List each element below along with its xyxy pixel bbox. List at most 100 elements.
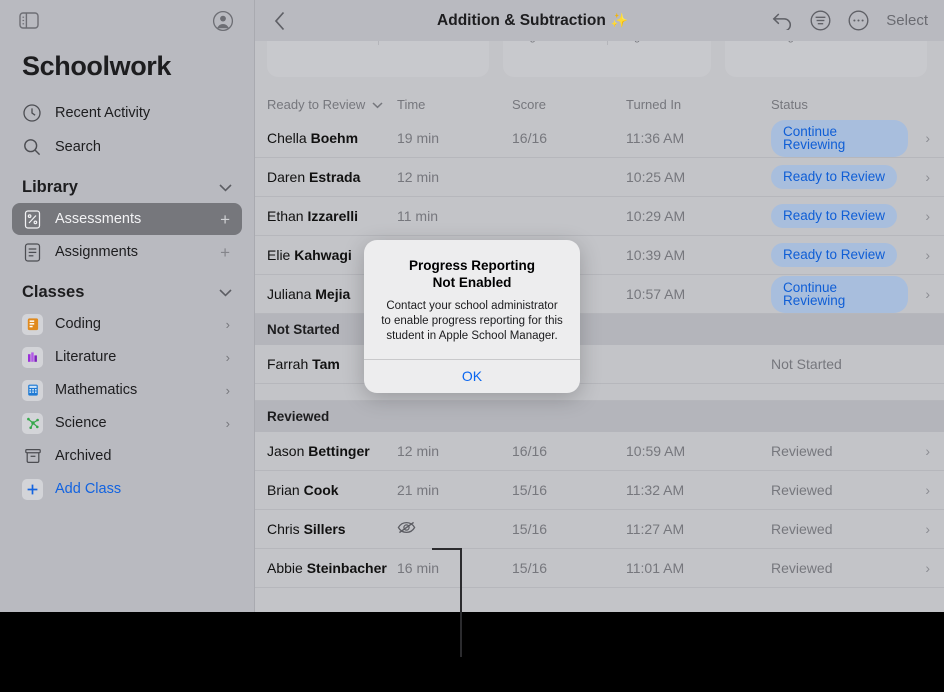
add-assessment-icon[interactable]: + (220, 211, 230, 228)
archive-box-icon (22, 446, 43, 467)
chevron-left-icon[interactable] (267, 11, 293, 31)
cell-status: Not Started (771, 356, 908, 372)
cell-score: 16/16 (512, 130, 548, 146)
filter-lines-circle-icon[interactable] (810, 10, 831, 31)
column-header-name[interactable]: Ready to Review (267, 97, 397, 112)
status-badge[interactable]: Continue Reviewing (771, 119, 908, 157)
sidebar-toggle-icon[interactable] (16, 8, 42, 34)
sparkle-icon: ✨ (610, 12, 629, 28)
sidebar-item-assessments[interactable]: Assessments + (12, 203, 242, 235)
assessment-percent-icon (22, 209, 43, 230)
table-row[interactable]: Jason Bettinger 12 min 16/16 10:59 AM Re… (255, 432, 944, 471)
cell-time: 12 min (397, 443, 440, 459)
alert-ok-button[interactable]: OK (364, 360, 580, 393)
cell-score: 15/16 (512, 560, 548, 576)
cell-time-hidden (397, 520, 512, 538)
alert-title-line1: Progress Reporting (408, 258, 536, 273)
status-badge[interactable]: Ready to Review (771, 243, 898, 267)
select-button[interactable]: Select (886, 12, 928, 29)
table-header-row: Ready to Review Time Score Turned In Sta… (255, 89, 944, 119)
chevron-right-icon[interactable]: › (908, 169, 930, 185)
column-header-time[interactable]: Time (397, 97, 512, 112)
sidebar-item-label: Add Class (55, 481, 122, 497)
table-row[interactable]: Abbie Steinbacher 16 min 15/16 11:01 AM … (255, 549, 944, 588)
undo-arrow-icon[interactable] (772, 12, 793, 30)
table-row[interactable]: Juliana Mejia 10:57 AM Continue Reviewin… (255, 275, 944, 314)
eye-slash-icon (397, 521, 416, 538)
status-badge[interactable]: Continue Reviewing (771, 275, 908, 313)
table-row[interactable]: Chella Boehm 19 min 16/16 11:36 AM Conti… (255, 119, 944, 158)
sidebar-item-label: Science (55, 415, 107, 431)
sidebar-item-archived[interactable]: Archived (12, 440, 242, 472)
table-row[interactable]: Daren Estrada 12 min 10:25 AM Ready to R… (255, 158, 944, 197)
sidebar-item-coding[interactable]: Coding › (12, 308, 242, 340)
chevron-right-icon[interactable]: › (908, 443, 930, 459)
table-row[interactable]: Ethan Izzarelli 11 min 10:29 AM Ready to… (255, 197, 944, 236)
cell-status: Reviewed (771, 560, 908, 576)
chevron-right-icon[interactable]: › (226, 317, 230, 332)
cell-status: Reviewed (771, 443, 908, 459)
sidebar-item-label: Recent Activity (55, 105, 151, 121)
column-header-score[interactable]: Score (512, 97, 626, 112)
sidebar-item-mathematics[interactable]: Mathematics › (12, 374, 242, 406)
column-header-label: Ready to Review (267, 96, 366, 112)
status-text: Reviewed (771, 482, 833, 498)
student-name: Chris Sillers (267, 521, 346, 537)
student-name: Ethan Izzarelli (267, 208, 359, 224)
cell-time: 12 min (397, 169, 440, 185)
status-badge[interactable]: Ready to Review (771, 165, 898, 189)
sidebar-item-assignments[interactable]: Assignments + (12, 236, 242, 268)
alert-title-line2: Not Enabled (432, 275, 512, 291)
chevron-down-icon[interactable] (219, 181, 232, 195)
sidebar-item-science[interactable]: Science › (12, 407, 242, 439)
page-title: Addition & Subtraction ✨ (293, 12, 772, 30)
table-row[interactable]: Chris Sillers 15/16 11:27 AM Reviewed › (255, 510, 944, 549)
chevron-right-icon[interactable]: › (908, 560, 930, 576)
student-name: Chella Boehm (267, 130, 359, 146)
sidebar-item-search[interactable]: Search (0, 130, 254, 164)
cell-status: Ready to Review (771, 165, 908, 189)
student-table: Ready to Review Time Score Turned In Sta… (255, 89, 944, 588)
status-badge[interactable]: Ready to Review (771, 204, 898, 228)
table-row[interactable]: Elie Kahwagi 10:39 AM Ready to Review › (255, 236, 944, 275)
sidebar-item-literature[interactable]: Literature › (12, 341, 242, 373)
alert-message: Contact your school administrator to ena… (381, 299, 563, 343)
chevron-right-icon[interactable]: › (908, 247, 930, 263)
cell-turned-in: 11:36 AM (626, 130, 685, 146)
plus-icon (22, 478, 43, 500)
cell-turned-in: 10:59 AM (626, 443, 686, 459)
table-row[interactable]: Farrah Tam Not Started (255, 345, 944, 384)
chevron-right-icon[interactable]: › (226, 383, 230, 398)
chevron-right-icon[interactable]: › (908, 208, 930, 224)
account-circle-icon[interactable] (210, 8, 236, 34)
chevron-right-icon[interactable]: › (908, 130, 930, 146)
cell-turned-in: 10:39 AM (626, 247, 686, 263)
ipad-screen: Schoolwork Recent Activity Search Librar… (0, 0, 944, 692)
cell-status: Reviewed (771, 482, 908, 498)
chevron-right-icon[interactable]: › (226, 350, 230, 365)
sidebar-item-label: Assignments (55, 244, 139, 260)
sidebar-group-library[interactable]: Library (0, 164, 254, 202)
chevron-right-icon[interactable]: › (226, 416, 230, 431)
sidebar-item-label: Search (55, 139, 101, 155)
sidebar-item-recent-activity[interactable]: Recent Activity (0, 96, 254, 130)
student-name: Abbie Steinbacher (267, 560, 387, 576)
chevron-right-icon[interactable]: › (908, 286, 930, 302)
column-header-status[interactable]: Status (771, 97, 908, 112)
sidebar-item-add-class[interactable]: Add Class (12, 473, 242, 505)
progress-reporting-alert: Progress Reporting Not Enabled Contact y… (364, 240, 580, 393)
more-ellipsis-circle-icon[interactable] (848, 10, 869, 31)
chevron-down-icon[interactable] (372, 97, 383, 112)
table-row[interactable]: Brian Cook 21 min 15/16 11:32 AM Reviewe… (255, 471, 944, 510)
science-icon (22, 412, 43, 434)
column-header-turned-in[interactable]: Turned In (626, 97, 771, 112)
chevron-right-icon[interactable]: › (908, 521, 930, 537)
chevron-down-icon[interactable] (219, 286, 232, 300)
cell-time: 11 min (397, 208, 438, 224)
status-text: Not Started (771, 356, 842, 372)
chevron-right-icon[interactable]: › (908, 482, 930, 498)
sidebar-group-classes[interactable]: Classes (0, 269, 254, 307)
add-assignment-icon[interactable]: + (220, 244, 230, 261)
page-title-text: Addition & Subtraction (437, 11, 606, 29)
sidebar-item-label: Coding (55, 316, 101, 332)
